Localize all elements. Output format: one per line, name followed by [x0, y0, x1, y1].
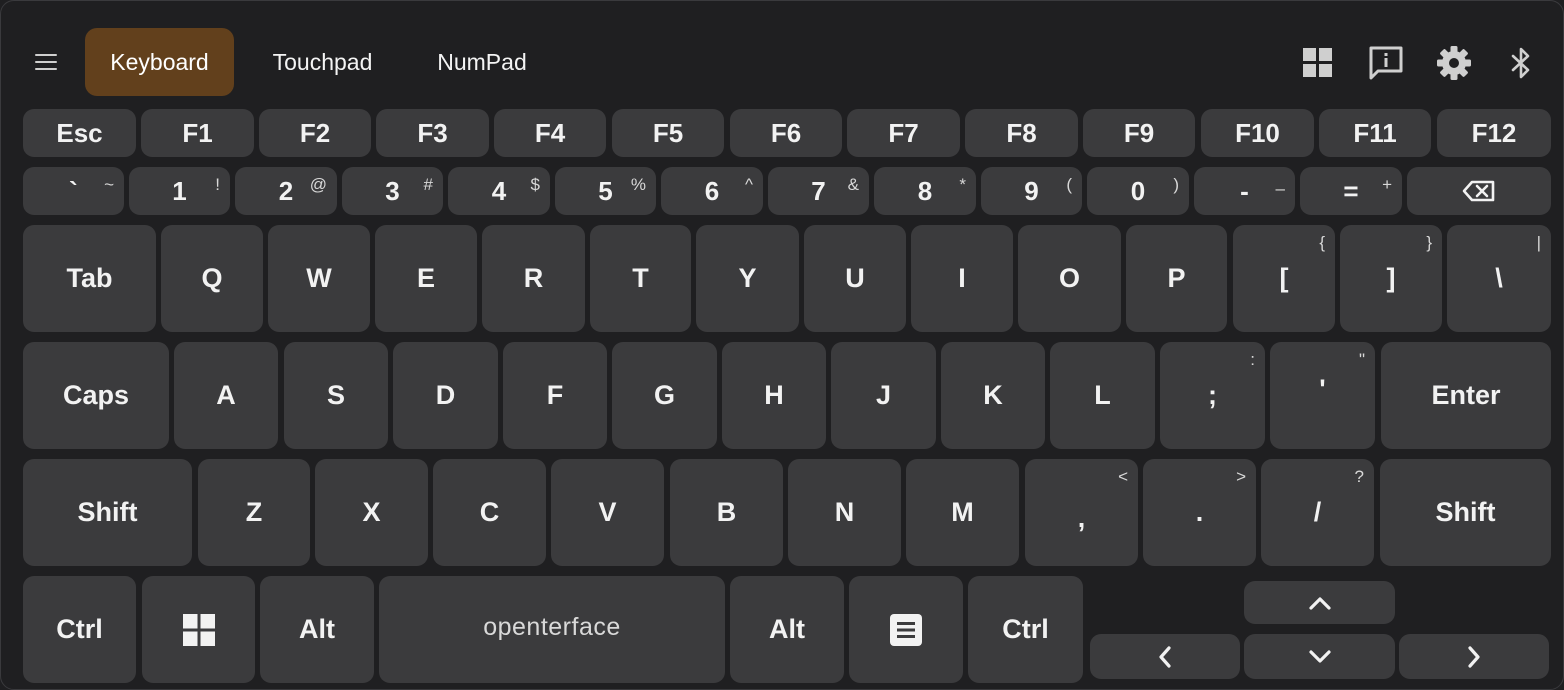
key-arrow-up[interactable] [1244, 581, 1395, 624]
key-8[interactable]: 8 * [874, 167, 976, 215]
key-4[interactable]: 4 $ [448, 167, 550, 215]
gear-icon[interactable] [1434, 43, 1474, 83]
key-k[interactable]: K [941, 342, 1045, 449]
key-minus[interactable]: - – [1194, 167, 1295, 215]
key-0[interactable]: 0) [1087, 167, 1189, 215]
key-arrow-down[interactable] [1244, 634, 1395, 679]
chevron-down-icon [1308, 649, 1332, 665]
key-right-alt[interactable]: Alt [730, 576, 844, 683]
key-space[interactable]: openterface [379, 576, 725, 683]
key-right-ctrl[interactable]: Ctrl [968, 576, 1083, 683]
key-r[interactable]: R [482, 225, 585, 332]
key-f4[interactable]: F4 [494, 109, 606, 157]
key-f11[interactable]: F11 [1319, 109, 1431, 157]
key-c[interactable]: C [433, 459, 546, 566]
key-s[interactable]: S [284, 342, 388, 449]
key-left-ctrl[interactable]: Ctrl [23, 576, 136, 683]
tab-numpad[interactable]: NumPad [414, 28, 550, 96]
key-o[interactable]: O [1018, 225, 1121, 332]
tab-keyboard[interactable]: Keyboard [85, 28, 234, 96]
key-f[interactable]: F [503, 342, 607, 449]
key-esc[interactable]: Esc [23, 109, 136, 157]
key-left-shift[interactable]: Shift [23, 459, 192, 566]
key-period[interactable]: . > [1143, 459, 1256, 566]
key-win[interactable] [142, 576, 255, 683]
key-1[interactable]: 1! [129, 167, 230, 215]
key-9[interactable]: 9( [981, 167, 1082, 215]
key-right-shift[interactable]: Shift [1380, 459, 1551, 566]
hamburger-menu-icon[interactable] [29, 46, 63, 78]
key-m[interactable]: M [906, 459, 1019, 566]
key-x[interactable]: X [315, 459, 428, 566]
grid-layout-icon[interactable] [1298, 43, 1338, 83]
key-f6[interactable]: F6 [730, 109, 842, 157]
key-f7[interactable]: F7 [847, 109, 960, 157]
key-f1[interactable]: F1 [141, 109, 254, 157]
space-brand-label: openterface [483, 613, 621, 641]
key-i[interactable]: I [911, 225, 1013, 332]
key-j[interactable]: J [831, 342, 936, 449]
key-comma[interactable]: , < [1025, 459, 1138, 566]
chevron-left-icon [1157, 645, 1173, 669]
key-l[interactable]: L [1050, 342, 1155, 449]
key-tab[interactable]: Tab [23, 225, 156, 332]
bluetooth-icon[interactable] [1501, 43, 1541, 83]
key-y[interactable]: Y [696, 225, 799, 332]
key-left-alt[interactable]: Alt [260, 576, 374, 683]
key-h[interactable]: H [722, 342, 826, 449]
key-p[interactable]: P [1126, 225, 1227, 332]
chevron-up-icon [1308, 595, 1332, 611]
windows-icon [182, 613, 216, 647]
key-b[interactable]: B [670, 459, 783, 566]
key-semicolon[interactable]: ;: [1160, 342, 1265, 449]
key-backspace[interactable] [1407, 167, 1551, 215]
key-f3[interactable]: F3 [376, 109, 489, 157]
key-left-bracket[interactable]: [{ [1233, 225, 1335, 332]
key-f12[interactable]: F12 [1437, 109, 1551, 157]
key-t[interactable]: T [590, 225, 691, 332]
key-f5[interactable]: F5 [612, 109, 724, 157]
key-7[interactable]: 7 & [768, 167, 869, 215]
key-g[interactable]: G [612, 342, 717, 449]
key-backtick[interactable]: ` ~ [23, 167, 124, 215]
key-menu[interactable] [849, 576, 963, 683]
key-f8[interactable]: F8 [965, 109, 1078, 157]
key-e[interactable]: E [375, 225, 477, 332]
chevron-right-icon [1466, 645, 1482, 669]
key-slash[interactable]: /? [1261, 459, 1374, 566]
key-2[interactable]: 2 @ [235, 167, 337, 215]
key-z[interactable]: Z [198, 459, 310, 566]
key-f10[interactable]: F10 [1201, 109, 1314, 157]
key-a[interactable]: A [174, 342, 278, 449]
key-arrow-right[interactable] [1399, 634, 1549, 679]
tab-touchpad[interactable]: Touchpad [249, 28, 396, 96]
key-f9[interactable]: F9 [1083, 109, 1195, 157]
key-f2[interactable]: F2 [259, 109, 371, 157]
key-backslash[interactable]: \ | [1447, 225, 1551, 332]
key-equals[interactable]: = + [1300, 167, 1402, 215]
key-enter[interactable]: Enter [1381, 342, 1551, 449]
top-bar: Keyboard Touchpad NumPad [1, 1, 1564, 105]
key-6[interactable]: 6 ^ [661, 167, 763, 215]
key-v[interactable]: V [551, 459, 664, 566]
key-caps[interactable]: Caps [23, 342, 169, 449]
key-w[interactable]: W [268, 225, 370, 332]
key-n[interactable]: N [788, 459, 901, 566]
key-right-bracket[interactable]: ]} [1340, 225, 1442, 332]
keyboard-window: Keyboard Touchpad NumPad Esc F1 F2 F3 F4… [0, 0, 1564, 690]
menu-key-icon [889, 613, 923, 647]
key-d[interactable]: D [393, 342, 498, 449]
key-5[interactable]: 5% [555, 167, 656, 215]
backspace-icon [1462, 180, 1496, 202]
key-3[interactable]: 3 # [342, 167, 443, 215]
feedback-info-icon[interactable] [1366, 43, 1406, 83]
key-q[interactable]: Q [161, 225, 263, 332]
key-quote[interactable]: ' " [1270, 342, 1375, 449]
key-u[interactable]: U [804, 225, 906, 332]
key-arrow-left[interactable] [1090, 634, 1240, 679]
